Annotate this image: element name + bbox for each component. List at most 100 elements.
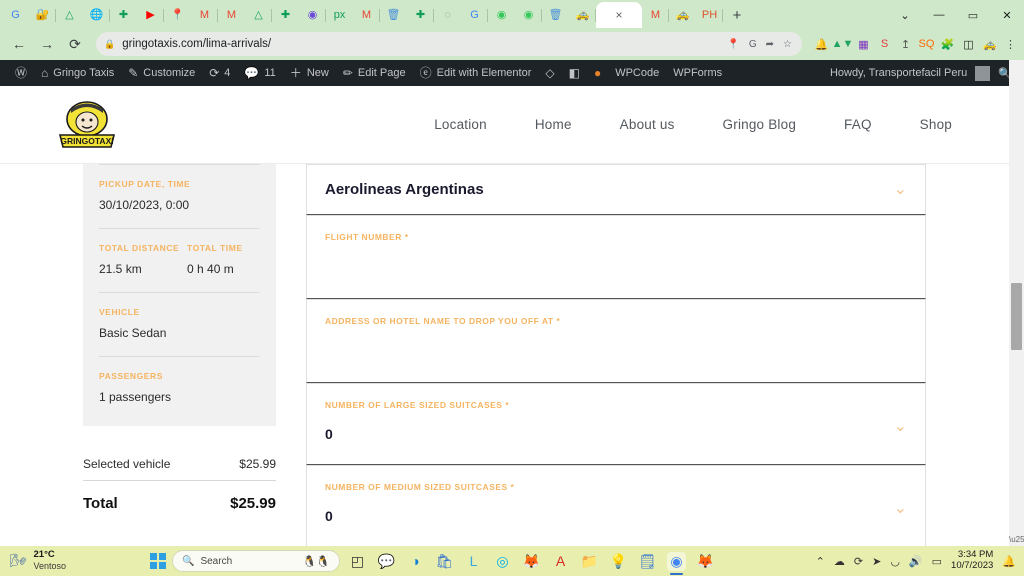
wpadmin-elementor-diamond[interactable]: ◇ <box>538 67 561 79</box>
scrollbar-down-arrow[interactable]: \u25bc <box>1009 535 1024 544</box>
google-drive-tab[interactable]: △ <box>56 2 83 28</box>
back-button[interactable]: ← <box>6 31 32 57</box>
wpadmin-edit-page[interactable]: ✏ Edit Page <box>336 67 413 79</box>
wpadmin-wpforms[interactable]: WPForms <box>666 67 729 79</box>
gmail-tab[interactable]: M <box>191 2 218 28</box>
authenticator-tab[interactable]: 🔐 <box>29 2 56 28</box>
upload-extension-icon[interactable]: ↥ <box>898 37 913 52</box>
nav-home[interactable]: Home <box>535 117 572 132</box>
seo-extension-icon[interactable]: SQ <box>919 37 935 52</box>
gringotaxi-tab[interactable]: 🚕 <box>569 2 596 28</box>
wpadmin-site-name[interactable]: ⌂ Gringo Taxis <box>34 67 121 79</box>
scrollbar-thumb[interactable] <box>1011 283 1022 350</box>
address-bar[interactable]: 🔒 gringotaxis.com/lima-arrivals/ 📍 G ➦ ☆ <box>96 32 802 56</box>
nav-faq[interactable]: FAQ <box>844 117 872 132</box>
google-lens-icon[interactable]: G <box>749 39 757 50</box>
new-tab-button[interactable]: + <box>723 2 751 28</box>
show-hidden-icons[interactable]: ⌃ <box>816 555 825 568</box>
wpadmin-customize[interactable]: ✎ Customize <box>121 67 202 79</box>
taskview-app[interactable]: ◰ <box>348 552 367 571</box>
google-sheets-tab[interactable]: ✚ <box>110 2 137 28</box>
taskbar-search[interactable]: 🔍 Search 🐧🐧 <box>172 550 340 572</box>
gringotaxi-tab-3[interactable]: 🚕 <box>669 2 696 28</box>
wpadmin-wpcode[interactable]: WPCode <box>608 67 666 79</box>
reload-button[interactable]: ⟳ <box>62 31 88 57</box>
green-face-tab[interactable]: ◉ <box>488 2 515 28</box>
gmail-tab-3[interactable]: M <box>353 2 380 28</box>
puzzle-extensions-icon[interactable]: 🧩 <box>940 37 955 52</box>
pixel-tab[interactable]: px <box>326 2 353 28</box>
howdy-label[interactable]: Howdy, Transportefacil Peru <box>830 67 967 79</box>
google-sheets-tab-3[interactable]: ✚ <box>407 2 434 28</box>
profile-avatar-icon[interactable]: 🚕 <box>982 37 997 52</box>
dropoff-address-field[interactable]: ADDRESS OR HOTEL NAME TO DROP YOU OFF AT… <box>307 300 925 382</box>
explorer-app[interactable]: 📁 <box>580 552 599 571</box>
teams-app[interactable]: 💬 <box>377 552 396 571</box>
edge-app[interactable]: ◑ <box>406 552 425 571</box>
notification-bell-icon[interactable]: 🔔 <box>1002 555 1016 568</box>
minimize-button[interactable]: — <box>922 2 956 28</box>
nav-about-us[interactable]: About us <box>620 117 675 132</box>
notepad-app[interactable]: 🗒 <box>638 552 657 571</box>
sidepanel-icon[interactable]: ◫ <box>961 37 976 52</box>
wpadmin-plugin-icon[interactable]: ◧ <box>562 67 587 79</box>
sync-icon[interactable]: ⟳ <box>854 555 863 568</box>
chrome-menu-icon[interactable]: ⋮ <box>1003 37 1018 52</box>
wpadmin-orange-dot[interactable]: ● <box>587 67 608 79</box>
green-face-tab-2[interactable]: ◉ <box>515 2 542 28</box>
chevron-down-icon[interactable]: ⌄ <box>894 181 907 198</box>
wifi-icon[interactable]: ◡ <box>890 555 900 568</box>
onedrive-icon[interactable]: ☁ <box>834 555 845 568</box>
location-pin-icon[interactable]: 📍 <box>727 39 739 50</box>
site-logo[interactable]: GRINGOTAXI <box>55 97 119 153</box>
google-drive-tab-2[interactable]: △ <box>245 2 272 28</box>
volume-icon[interactable]: 🔊 <box>909 555 923 568</box>
trash-tab[interactable]: 🗑 <box>380 2 407 28</box>
flight-number-field-input[interactable] <box>325 242 907 276</box>
share-icon[interactable]: ➦ <box>766 39 774 50</box>
google-tab-2[interactable]: G <box>461 2 488 28</box>
analytics-extension-icon[interactable]: ▲▼ <box>832 37 854 52</box>
avatar[interactable] <box>975 65 991 81</box>
firefox-app-2[interactable]: 🦊 <box>696 552 715 571</box>
google-sheets-tab-2[interactable]: ✚ <box>272 2 299 28</box>
medium-suitcases-field[interactable]: NUMBER OF MEDIUM SIZED SUITCASES * 0 ⌄ <box>307 466 925 546</box>
battery-icon[interactable]: ▭ <box>932 555 942 568</box>
youtube-tab[interactable]: ▶ <box>137 2 164 28</box>
dropoff-address-field-input[interactable] <box>325 326 907 360</box>
start-button[interactable] <box>150 553 166 569</box>
tab-list-button[interactable]: ⌄ <box>888 2 922 28</box>
large-suitcases-field-chevron-down-icon[interactable]: ⌄ <box>894 419 907 435</box>
firefox-app[interactable]: 🦊 <box>522 552 541 571</box>
acrobat-app[interactable]: A <box>551 552 570 571</box>
close-icon[interactable]: × <box>615 8 622 22</box>
large-suitcases-field[interactable]: NUMBER OF LARGE SIZED SUITCASES * 0 ⌄ <box>307 384 925 464</box>
active-tab[interactable]: × <box>596 2 642 28</box>
producthunt-tab[interactable]: PH <box>696 2 723 28</box>
google-tab[interactable]: G <box>2 2 29 28</box>
nav-shop[interactable]: Shop <box>920 117 952 132</box>
taskbar-clock[interactable]: 3:34 PM 10/7/2023 <box>951 549 993 572</box>
lightbulb-app[interactable]: 💡 <box>609 552 628 571</box>
nav-location[interactable]: Location <box>434 117 487 132</box>
airline-accordion-header[interactable]: Aerolineas Argentinas ⌄ <box>306 164 926 215</box>
skype-app[interactable]: ◎ <box>493 552 512 571</box>
chrome-app[interactable]: ◉ <box>667 551 686 575</box>
forward-button[interactable]: → <box>34 31 60 57</box>
globe-tab-2[interactable]: ◌ <box>434 2 461 28</box>
page-scrollbar[interactable]: \u25bc <box>1009 60 1024 546</box>
nav-gringo-blog[interactable]: Gringo Blog <box>723 117 797 132</box>
flight-number-field[interactable]: FLIGHT NUMBER * <box>307 216 925 298</box>
location-active-icon[interactable]: ➤ <box>872 555 881 568</box>
wpadmin-edit-with-elementor[interactable]: ⓔ Edit with Elementor <box>413 67 539 79</box>
wpadmin-new[interactable]: ＋ New <box>283 67 336 79</box>
medium-suitcases-field-chevron-down-icon[interactable]: ⌄ <box>894 501 907 517</box>
google-maps-tab[interactable]: 📍 <box>164 2 191 28</box>
bookmark-star-icon[interactable]: ☆ <box>783 39 792 50</box>
lastpass-app[interactable]: L <box>464 552 483 571</box>
wpadmin-updates[interactable]: ⟳ 4 <box>202 67 237 79</box>
bell-extension-icon[interactable]: 🔔 <box>814 37 829 52</box>
chrome-tab[interactable]: ◉ <box>299 2 326 28</box>
grid-extension-icon[interactable]: ▦ <box>856 37 871 52</box>
globe-tab[interactable]: 🌐 <box>83 2 110 28</box>
